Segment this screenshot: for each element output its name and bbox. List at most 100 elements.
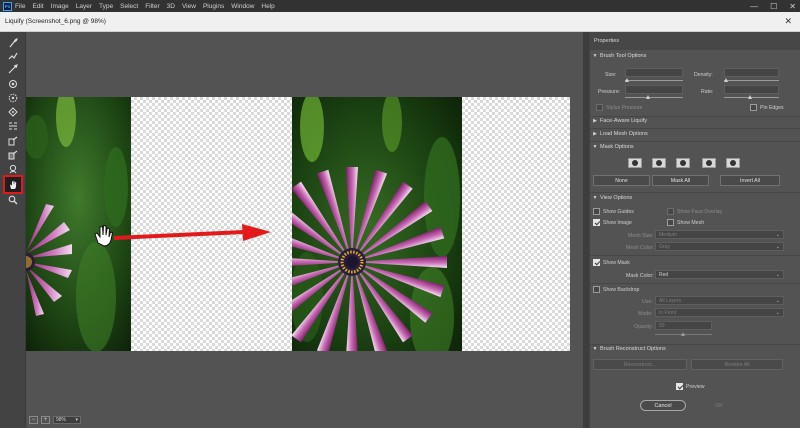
menu-plugins[interactable]: Plugins bbox=[203, 3, 224, 10]
size-slider-thumb[interactable] bbox=[625, 78, 629, 82]
mask-none-button[interactable]: None bbox=[593, 175, 650, 186]
density-field[interactable] bbox=[724, 68, 779, 77]
zoom-level-field[interactable]: 98% ▾ bbox=[53, 416, 81, 424]
twirl-clockwise-icon[interactable] bbox=[6, 78, 20, 89]
backdrop-use-select[interactable]: All Layers ⌄ bbox=[655, 296, 784, 305]
show-image-label: Show Image bbox=[603, 220, 632, 226]
ok-button[interactable]: OK bbox=[698, 400, 740, 411]
zoom-level-value: 98% bbox=[56, 417, 66, 423]
load-mesh-options-header[interactable]: ▶ Load Mesh Options bbox=[590, 131, 800, 137]
collapse-triangle-icon: ▼ bbox=[590, 144, 600, 150]
zoom-icon[interactable] bbox=[6, 194, 20, 205]
show-face-overlay-checkbox[interactable] bbox=[667, 208, 674, 215]
menu-select[interactable]: Select bbox=[120, 3, 138, 10]
rate-label: Rate: bbox=[701, 89, 713, 95]
smooth-icon[interactable] bbox=[6, 63, 20, 74]
menu-image[interactable]: Image bbox=[51, 3, 69, 10]
show-mask-checkbox[interactable] bbox=[593, 259, 600, 266]
show-face-overlay-label: Show Face Overlay bbox=[677, 209, 722, 215]
rate-field[interactable] bbox=[724, 85, 779, 94]
menu-help[interactable]: Help bbox=[261, 3, 274, 10]
size-slider-track[interactable] bbox=[625, 80, 683, 81]
brush-reconstruct-options-header[interactable]: ▼ Brush Reconstruct Options bbox=[590, 346, 800, 352]
mask-options-header[interactable]: ▼ Mask Options bbox=[590, 144, 800, 150]
section-label: Brush Tool Options bbox=[600, 53, 646, 59]
rate-slider-thumb[interactable] bbox=[748, 95, 752, 99]
replace-selection-icon[interactable] bbox=[628, 158, 642, 168]
opacity-label: Opacity: bbox=[634, 324, 653, 330]
cancel-button[interactable]: Cancel bbox=[640, 400, 686, 411]
intersect-with-selection-icon[interactable] bbox=[702, 158, 716, 168]
show-mesh-checkbox[interactable] bbox=[667, 219, 674, 226]
restore-all-button[interactable]: Restore All bbox=[691, 359, 783, 370]
push-left-icon[interactable] bbox=[6, 120, 20, 131]
window-controls: — ☐ ✕ bbox=[750, 0, 796, 12]
brush-tool-options-header[interactable]: ▼ Brush Tool Options bbox=[590, 53, 800, 59]
reconstruct-button[interactable]: Reconstruct... bbox=[593, 359, 687, 370]
density-slider-track[interactable] bbox=[724, 80, 779, 81]
pin-edges-checkbox[interactable] bbox=[750, 104, 757, 111]
add-to-selection-icon[interactable] bbox=[652, 158, 666, 168]
menu-layer[interactable]: Layer bbox=[76, 3, 92, 10]
divider bbox=[590, 255, 800, 256]
opacity-slider-thumb[interactable] bbox=[681, 332, 685, 336]
flower-photo-right bbox=[292, 97, 462, 351]
chevron-down-icon: ⌄ bbox=[776, 232, 780, 238]
invert-all-button[interactable]: Invert All bbox=[720, 175, 780, 186]
size-field[interactable] bbox=[625, 68, 683, 77]
show-backdrop-checkbox[interactable] bbox=[593, 286, 600, 293]
section-label: Brush Reconstruct Options bbox=[600, 346, 666, 352]
density-slider-thumb[interactable] bbox=[724, 78, 728, 82]
mask-color-value: Red bbox=[659, 272, 668, 278]
freeze-mask-icon[interactable] bbox=[6, 135, 20, 146]
pucker-icon[interactable] bbox=[6, 92, 20, 103]
menu-filter[interactable]: Filter bbox=[145, 3, 159, 10]
mask-mode-icons bbox=[628, 158, 748, 168]
maximize-button[interactable]: ☐ bbox=[770, 2, 777, 11]
thaw-mask-icon[interactable] bbox=[6, 149, 20, 160]
menu-window[interactable]: Window bbox=[231, 3, 254, 10]
mesh-size-select[interactable]: Medium ⌄ bbox=[655, 230, 784, 239]
zoom-in-button[interactable]: + bbox=[41, 416, 50, 424]
mode-label: Mode: bbox=[638, 311, 652, 317]
hand-icon[interactable] bbox=[5, 177, 21, 192]
flower-photo-left bbox=[26, 97, 131, 351]
mask-all-button[interactable]: Mask All bbox=[652, 175, 709, 186]
mask-color-select[interactable]: Red ⌄ bbox=[655, 270, 784, 279]
mesh-color-label: Mesh Color: bbox=[626, 245, 654, 251]
face-aware-liquify-header[interactable]: ▶ Face-Aware Liquify bbox=[590, 118, 800, 124]
menu-file[interactable]: File bbox=[15, 3, 25, 10]
show-guides-checkbox[interactable] bbox=[593, 208, 600, 215]
preview-checkbox[interactable] bbox=[676, 383, 683, 390]
stylus-pressure-checkbox[interactable] bbox=[596, 104, 603, 111]
pressure-slider-track[interactable] bbox=[625, 97, 683, 98]
menu-view[interactable]: View bbox=[182, 3, 196, 10]
backdrop-mode-select[interactable]: In Front ⌄ bbox=[655, 308, 784, 317]
subtract-from-selection-icon[interactable] bbox=[676, 158, 690, 168]
opacity-field[interactable]: 50 bbox=[655, 321, 712, 330]
invert-selection-icon[interactable] bbox=[726, 158, 740, 168]
close-app-button[interactable]: ✕ bbox=[789, 2, 796, 11]
mesh-color-select[interactable]: Gray ⌄ bbox=[655, 242, 784, 251]
pressure-field[interactable] bbox=[625, 85, 683, 94]
canvas-area[interactable] bbox=[26, 32, 583, 416]
pressure-slider-thumb[interactable] bbox=[646, 95, 650, 99]
minimize-button[interactable]: — bbox=[750, 2, 758, 11]
forward-warp-icon[interactable] bbox=[6, 37, 20, 48]
dialog-title-bar: Liquify (Screenshot_6.png @ 98%) ✕ bbox=[0, 12, 800, 32]
app-menu-bar: Ps File Edit Image Layer Type Select Fil… bbox=[0, 0, 800, 12]
chevron-down-icon: ⌄ bbox=[776, 272, 780, 278]
zoom-out-button[interactable]: − bbox=[29, 416, 38, 424]
face-icon[interactable] bbox=[6, 163, 20, 174]
stylus-pressure-label: Stylus Pressure bbox=[606, 105, 642, 111]
show-image-checkbox[interactable] bbox=[593, 219, 600, 226]
menu-3d[interactable]: 3D bbox=[167, 3, 175, 10]
view-options-header[interactable]: ▼ View Options bbox=[590, 195, 800, 201]
properties-panel: Properties ▼ Brush Tool Options Size: De… bbox=[589, 32, 800, 428]
bloat-icon[interactable] bbox=[6, 106, 20, 117]
dialog-close-button[interactable]: ✕ bbox=[784, 16, 792, 27]
menu-type[interactable]: Type bbox=[99, 3, 113, 10]
menu-edit[interactable]: Edit bbox=[32, 3, 43, 10]
reconstruct-icon[interactable] bbox=[6, 50, 20, 61]
show-backdrop-label: Show Backdrop bbox=[603, 287, 639, 293]
